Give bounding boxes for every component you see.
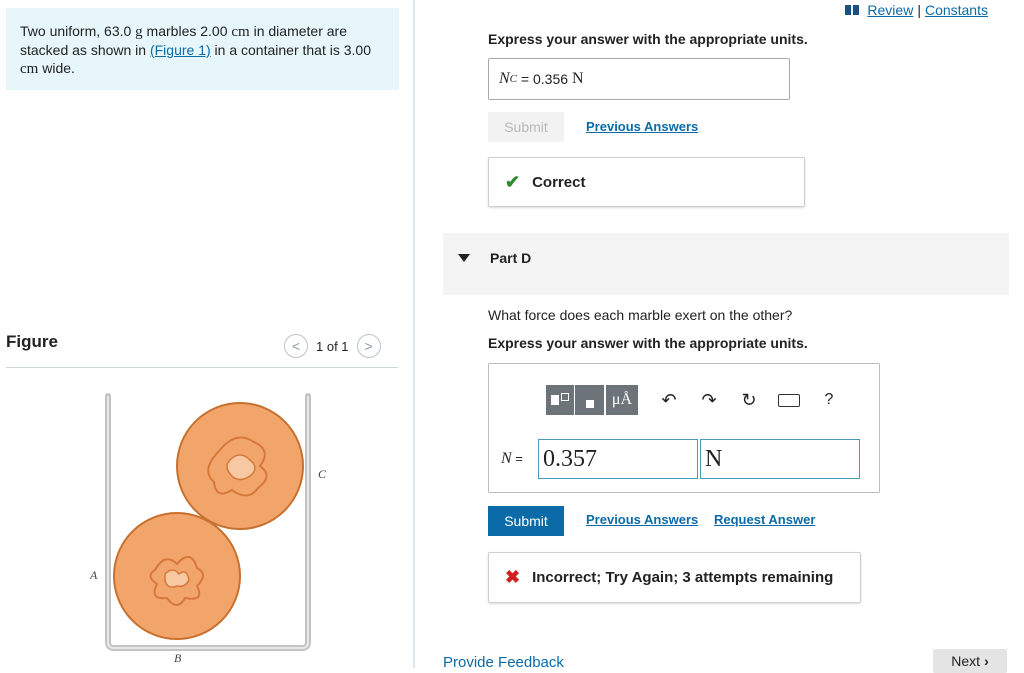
request-answer-link[interactable]: Request Answer xyxy=(714,512,815,527)
figure-pager: < 1 of 1 > xyxy=(284,334,381,358)
template-2-button[interactable] xyxy=(575,384,605,416)
unit-cm: cm xyxy=(20,61,39,77)
header-links: Review | Constants xyxy=(845,2,988,18)
help-icon[interactable]: ? xyxy=(811,384,847,416)
label-b: B xyxy=(174,651,182,665)
part-d-instructions: Express your answer with the appropriate… xyxy=(488,335,808,351)
review-link[interactable]: Review xyxy=(867,2,913,18)
part-c-previous-answers-link[interactable]: Previous Answers xyxy=(586,119,698,134)
next-button[interactable]: Next › xyxy=(933,649,1007,673)
template-button[interactable] xyxy=(545,384,575,416)
unit-cm: cm xyxy=(231,24,250,40)
part-d-feedback: ✖ Incorrect; Try Again; 3 attempts remai… xyxy=(488,552,861,603)
value-input[interactable]: 0.357 xyxy=(538,439,698,479)
problem-text: marbles 2.00 xyxy=(142,23,232,39)
template-icon xyxy=(585,400,594,408)
feedback-text: Correct xyxy=(532,173,586,191)
template-icon xyxy=(551,395,559,405)
figure-pager-label: 1 of 1 xyxy=(316,338,349,354)
book-icon xyxy=(845,5,860,15)
feedback-text: Incorrect; Try Again; 3 attempts remaini… xyxy=(532,569,834,586)
next-figure-button[interactable]: > xyxy=(356,334,381,358)
part-c-submit-button[interactable]: Submit xyxy=(488,112,564,142)
part-d-previous-answers-link[interactable]: Previous Answers xyxy=(586,512,698,527)
answer-unit: N xyxy=(572,70,584,87)
unit-g: g xyxy=(135,24,143,40)
answer-variable: N xyxy=(499,70,510,87)
figure-link[interactable]: (Figure 1) xyxy=(150,42,211,58)
part-d-submit-button[interactable]: Submit xyxy=(488,506,564,536)
part-c-answer: NC = 0.356 N xyxy=(488,58,790,100)
collapse-triangle-icon[interactable] xyxy=(458,254,470,262)
problem-statement: Two uniform, 63.0 g marbles 2.00 cm in d… xyxy=(6,8,399,90)
x-mark-icon: ✖ xyxy=(505,567,521,587)
link-separator: | xyxy=(917,2,921,18)
part-c-feedback: ✔ Correct xyxy=(488,157,805,207)
constants-link[interactable]: Constants xyxy=(925,2,988,18)
checkmark-icon: ✔ xyxy=(505,171,521,192)
prev-figure-button[interactable]: < xyxy=(284,334,308,358)
chevron-right-icon: › xyxy=(984,653,989,669)
problem-text: Two uniform, 63.0 xyxy=(20,23,136,39)
answer-value: 0.356 xyxy=(532,71,569,87)
next-label: Next xyxy=(951,653,981,669)
equation-sign: = xyxy=(511,451,527,466)
answer-equals: = xyxy=(517,71,533,87)
panel-divider[interactable] xyxy=(413,0,415,668)
figure-title: Figure xyxy=(6,332,58,351)
part-d-question: What force does each marble exert on the… xyxy=(488,307,793,323)
label-a: A xyxy=(89,568,98,582)
equation-variable: N xyxy=(501,450,512,467)
reset-icon[interactable]: ↻ xyxy=(731,384,767,416)
editor-toolbar: μÅ ↶ ↷ ↻ ? xyxy=(545,384,847,416)
divider xyxy=(6,367,398,368)
part-c-instructions: Express your answer with the appropriate… xyxy=(488,31,808,47)
part-d-label: Part D xyxy=(490,250,532,266)
unit-input[interactable]: N xyxy=(700,439,860,479)
keyboard-icon xyxy=(778,393,800,407)
problem-text: wide. xyxy=(38,60,75,76)
provide-feedback-link[interactable]: Provide Feedback xyxy=(443,654,564,671)
label-c: C xyxy=(318,467,327,481)
template-icon xyxy=(561,393,569,401)
problem-text: in a container that is 3.00 xyxy=(210,42,371,58)
redo-icon[interactable]: ↷ xyxy=(691,384,727,416)
marbles-figure: A B C xyxy=(89,393,327,665)
units-button[interactable]: μÅ xyxy=(605,384,639,416)
answer-subscript: C xyxy=(509,73,518,85)
undo-icon[interactable]: ↶ xyxy=(651,384,687,416)
answer-editor: μÅ ↶ ↷ ↻ ? N = 0.357 N xyxy=(488,363,880,493)
marble-swirl xyxy=(164,569,190,588)
equation-label: N = xyxy=(501,450,527,468)
keyboard-icon[interactable] xyxy=(771,384,807,416)
